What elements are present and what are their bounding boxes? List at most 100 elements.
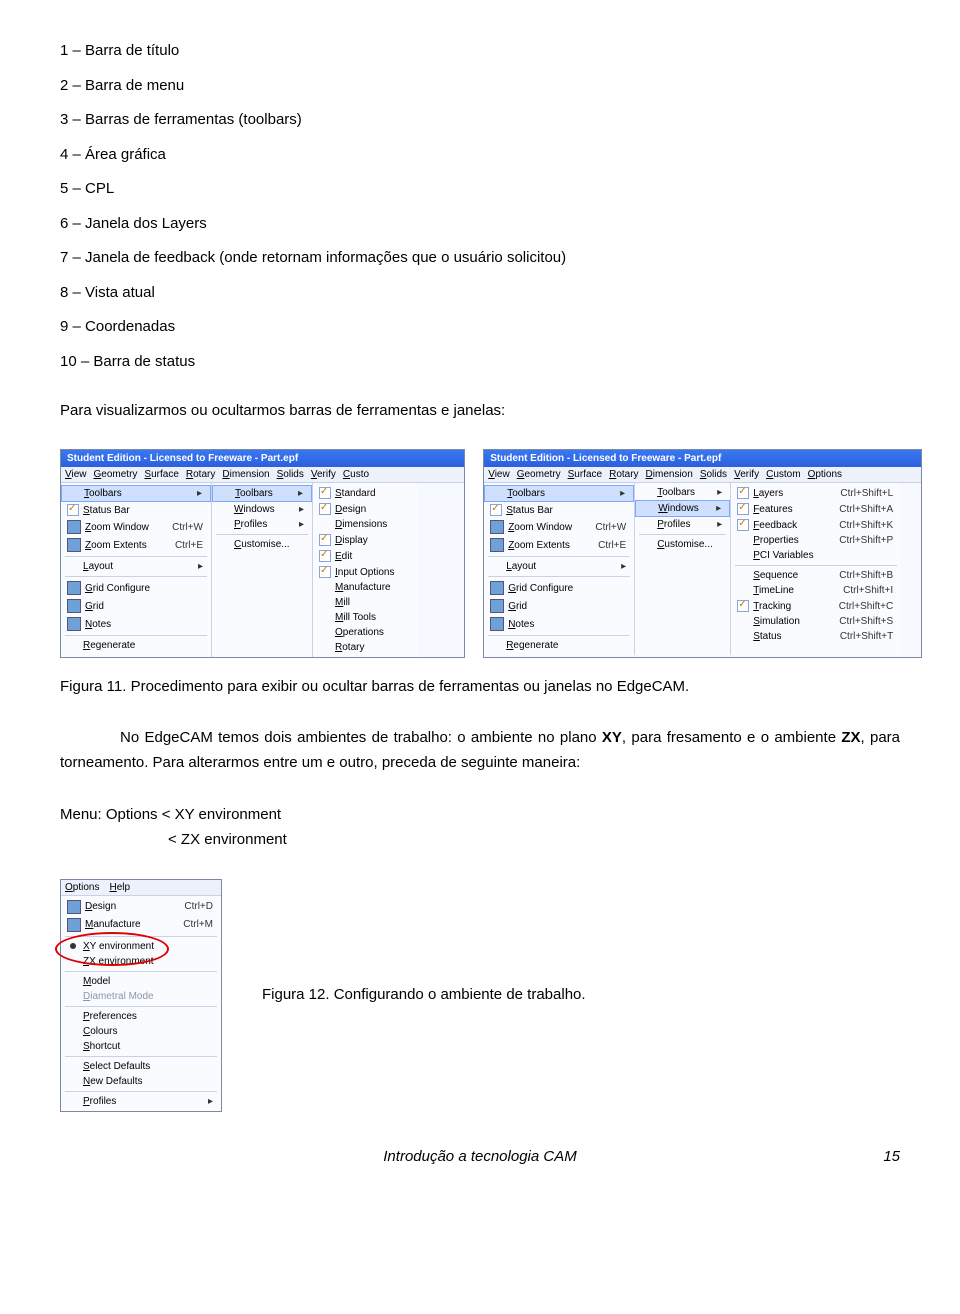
menu-item[interactable]: New Defaults <box>61 1074 221 1089</box>
windows-list: LayersCtrl+Shift+LFeaturesCtrl+Shift+AFe… <box>731 483 901 655</box>
menu-item[interactable]: Dimensions <box>313 517 418 532</box>
menu-item[interactable]: SimulationCtrl+Shift+S <box>731 614 901 629</box>
tool-icon <box>67 918 81 932</box>
menu-item[interactable]: Input Options <box>313 564 418 580</box>
menu-item[interactable]: Zoom WindowCtrl+W <box>61 518 211 536</box>
menu-item[interactable]: Toolbars▸ <box>61 485 211 502</box>
menu-item[interactable]: Regenerate <box>61 638 211 653</box>
menu-item[interactable]: Help <box>109 882 130 893</box>
menu-item[interactable]: Toolbars▸ <box>484 485 634 502</box>
menu-item[interactable]: View <box>65 469 87 480</box>
menu-item[interactable]: Zoom ExtentsCtrl+E <box>484 536 634 554</box>
menu-item[interactable]: View <box>488 469 510 480</box>
tool-icon <box>490 599 504 613</box>
menu-item[interactable]: Status Bar <box>484 502 634 518</box>
figure-12-image: Options Help DesignCtrl+DManufactureCtrl+… <box>60 879 900 1112</box>
menu-item[interactable]: Layout▸ <box>61 559 211 574</box>
menu-item[interactable]: Notes <box>484 615 634 633</box>
menu-item[interactable]: Windows▸ <box>635 500 730 517</box>
menu-item[interactable]: Zoom ExtentsCtrl+E <box>61 536 211 554</box>
menu-item[interactable]: ZX environment <box>61 954 221 969</box>
view-menu-panel: Toolbars▸Status BarZoom WindowCtrl+WZoom… <box>61 483 212 657</box>
menu-item[interactable]: Diametral Mode <box>61 989 221 1004</box>
menu-item[interactable]: Display <box>313 532 418 548</box>
menu-item[interactable]: Mill <box>313 595 418 610</box>
menu-item[interactable]: Select Defaults <box>61 1059 221 1074</box>
menu-item[interactable]: XY environment <box>61 939 221 954</box>
menu-item[interactable]: Profiles▸ <box>61 1094 221 1109</box>
list-item: 5 – CPL <box>60 178 900 201</box>
menu-item[interactable]: Operations <box>313 625 418 640</box>
menu-item[interactable]: Layout▸ <box>484 559 634 574</box>
menu-item[interactable]: Toolbars▸ <box>212 485 312 502</box>
list-item: 1 – Barra de título <box>60 40 900 63</box>
menu-item[interactable]: LayersCtrl+Shift+L <box>731 485 901 501</box>
tool-icon <box>67 538 81 552</box>
menu-item[interactable]: Design <box>313 501 418 517</box>
list-item: 10 – Barra de status <box>60 351 900 374</box>
tool-icon <box>67 599 81 613</box>
menu-item[interactable]: TimeLineCtrl+Shift+I <box>731 583 901 598</box>
menu-item[interactable]: Grid Configure <box>484 579 634 597</box>
menu-item[interactable]: Dimension <box>222 469 269 480</box>
menu-item[interactable]: Windows▸ <box>212 502 312 517</box>
menu-item[interactable]: Verify <box>311 469 336 480</box>
menu-item[interactable]: SequenceCtrl+Shift+B <box>731 568 901 583</box>
menu-item[interactable]: Shortcut <box>61 1039 221 1054</box>
menu-item[interactable]: Geometry <box>517 469 561 480</box>
list-item: 9 – Coordenadas <box>60 316 900 339</box>
menu-item[interactable]: Options <box>808 469 842 480</box>
menu-item[interactable]: Mill Tools <box>313 610 418 625</box>
menu-item[interactable]: Customise... <box>635 537 730 552</box>
menu-item[interactable]: Manufacture <box>313 580 418 595</box>
menu-item[interactable]: Custom <box>766 469 800 480</box>
menu-item[interactable]: Solids <box>277 469 304 480</box>
menu-item[interactable]: Grid Configure <box>61 579 211 597</box>
menu-item[interactable]: Customise... <box>212 537 312 552</box>
menu-item[interactable]: Dimension <box>646 469 693 480</box>
menu-item[interactable]: Preferences <box>61 1009 221 1024</box>
menu-item[interactable]: Solids <box>700 469 727 480</box>
figure-12-caption: Figura 12. Configurando o ambiente de tr… <box>262 984 586 1007</box>
menu-item[interactable]: Standard <box>313 485 418 501</box>
menu-item[interactable]: Profiles▸ <box>635 517 730 532</box>
toolbars-submenu: Toolbars▸Windows▸Profiles▸ Customise... <box>212 483 313 657</box>
menu-item[interactable]: Rotary <box>609 469 638 480</box>
menu-item[interactable]: FeaturesCtrl+Shift+A <box>731 501 901 517</box>
menu-item[interactable]: Zoom WindowCtrl+W <box>484 518 634 536</box>
footer-title: Introdução a tecnologia CAM <box>90 1148 870 1165</box>
menu-item[interactable]: Rotary <box>313 640 418 655</box>
menu-item[interactable]: DesignCtrl+D <box>61 898 221 916</box>
menu-item[interactable]: Surface <box>568 469 602 480</box>
separator <box>65 556 207 557</box>
separator <box>65 635 207 636</box>
menu-item[interactable]: Model <box>61 974 221 989</box>
menu-item[interactable]: PropertiesCtrl+Shift+P <box>731 533 901 548</box>
menu-item[interactable]: Toolbars▸ <box>635 485 730 500</box>
menu-item[interactable]: ManufactureCtrl+M <box>61 916 221 934</box>
paragraph-environments: No EdgeCAM temos dois ambientes de traba… <box>60 725 900 776</box>
menu-item[interactable]: Colours <box>61 1024 221 1039</box>
menu-item[interactable]: Notes <box>61 615 211 633</box>
menu-item[interactable]: Geometry <box>94 469 138 480</box>
menu-item[interactable]: Grid <box>61 597 211 615</box>
menu-item[interactable]: Custo <box>343 469 369 480</box>
separator <box>216 534 308 535</box>
menu-item[interactable]: Grid <box>484 597 634 615</box>
menu-item[interactable]: Rotary <box>186 469 215 480</box>
menu-item[interactable]: PCI Variables <box>731 548 901 563</box>
menu-item[interactable]: TrackingCtrl+Shift+C <box>731 598 901 614</box>
menu-item[interactable]: Verify <box>734 469 759 480</box>
list-item: 3 – Barras de ferramentas (toolbars) <box>60 109 900 132</box>
menu-item[interactable]: Edit <box>313 548 418 564</box>
menu-line-1: Menu: Options < XY environment <box>60 802 900 828</box>
menu-item[interactable]: FeedbackCtrl+Shift+K <box>731 517 901 533</box>
menu-item[interactable]: Profiles▸ <box>212 517 312 532</box>
menu-item[interactable]: Options <box>65 882 99 893</box>
separator <box>488 556 630 557</box>
menu-item[interactable]: Surface <box>144 469 178 480</box>
menu-item[interactable]: Regenerate <box>484 638 634 653</box>
menu-item[interactable]: StatusCtrl+Shift+T <box>731 629 901 644</box>
tool-icon <box>490 538 504 552</box>
menu-item[interactable]: Status Bar <box>61 502 211 518</box>
